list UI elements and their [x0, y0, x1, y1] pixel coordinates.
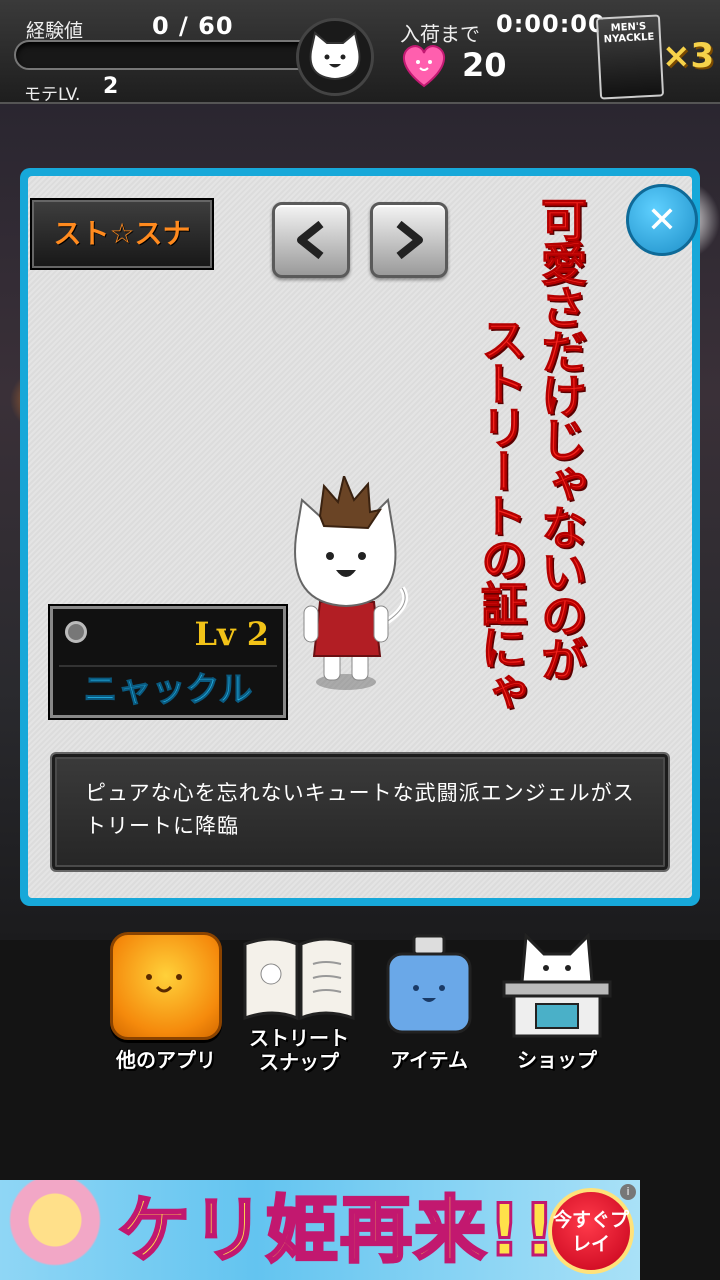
nyackle-character: [294, 476, 409, 690]
character-card-panel: スト☆スナ ✕ 可愛さだけじゃないのが ストリートの証にゃ Lv 2 ニャックル…: [20, 168, 700, 906]
character-description: ピュアな心を忘れないキュートな武闘派エンジェルがストリートに降臨: [85, 781, 635, 838]
shop-label[interactable]: ショップ: [492, 1048, 622, 1072]
item-button[interactable]: [364, 930, 494, 1044]
chevron-left-icon: [297, 220, 324, 260]
mote-level-value: 2: [103, 74, 119, 99]
other-apps-label[interactable]: 他のアプリ: [101, 1048, 231, 1072]
close-icon: ✕: [646, 199, 678, 241]
chevron-right-icon: [396, 220, 423, 260]
prev-button[interactable]: [272, 202, 350, 278]
character-name: ニャックル: [59, 665, 277, 711]
street-snap-label-2[interactable]: スナップ: [234, 1050, 364, 1074]
close-button[interactable]: ✕: [626, 184, 698, 256]
character-level: Lv 2: [194, 615, 270, 653]
magazine-icon[interactable]: MEN'S NYACKLE: [595, 14, 665, 100]
cat-avatar-icon[interactable]: [296, 18, 374, 96]
catchphrase-line-2: ストリートの証にゃ: [474, 316, 529, 713]
street-snap-button[interactable]: [234, 930, 364, 1030]
open-book-icon: [243, 937, 355, 1021]
item-label[interactable]: アイテム: [364, 1048, 494, 1072]
character-card-body: スト☆スナ ✕ 可愛さだけじゃないのが ストリートの証にゃ Lv 2 ニャックル…: [28, 176, 698, 898]
level-name-plate: Lv 2 ニャックル: [50, 606, 286, 718]
cat-shop-icon: [502, 932, 612, 1038]
street-snap-tag: スト☆スナ: [32, 200, 212, 268]
next-button[interactable]: [370, 202, 448, 278]
princess-character-image: [0, 1180, 116, 1280]
exp-value: 0 / 60: [152, 12, 234, 40]
exp-progress-bar: [14, 40, 314, 70]
restock-timer: 0:00:00: [496, 10, 606, 38]
banner-headline: ケリ姫再来!!: [117, 1187, 558, 1274]
play-now-button[interactable]: 今すぐプレイ: [548, 1188, 634, 1274]
heart-count: 20: [462, 46, 507, 84]
magazine-count: ×3: [662, 36, 715, 76]
mote-level-label: モテLV.: [24, 85, 81, 105]
street-snap-label-1[interactable]: ストリート: [234, 1026, 364, 1050]
magazine-title: MEN'S NYACKLE: [603, 21, 655, 46]
description-box: ピュアな心を忘れないキュートな武闘派エンジェルがストリートに降臨: [52, 754, 668, 870]
ad-info-icon[interactable]: i: [620, 1184, 636, 1200]
catchphrase-line-1: 可愛さだけじゃないのが: [534, 196, 589, 681]
perfume-bottle-icon: [386, 934, 472, 1034]
top-hud: 経験値 0 / 60 モテLV. 2 入荷まで 0:00:00 20 MEN'S…: [0, 0, 720, 105]
ad-banner[interactable]: ケリ姫再来!! 今すぐプレイ i: [0, 1180, 640, 1280]
exp-label: 経験値: [26, 20, 84, 42]
sun-face-icon: [146, 974, 182, 993]
plate-bolt-icon: [65, 621, 87, 643]
other-apps-button[interactable]: [110, 932, 222, 1040]
heart-icon: [402, 45, 446, 88]
shop-button[interactable]: [492, 930, 622, 1046]
